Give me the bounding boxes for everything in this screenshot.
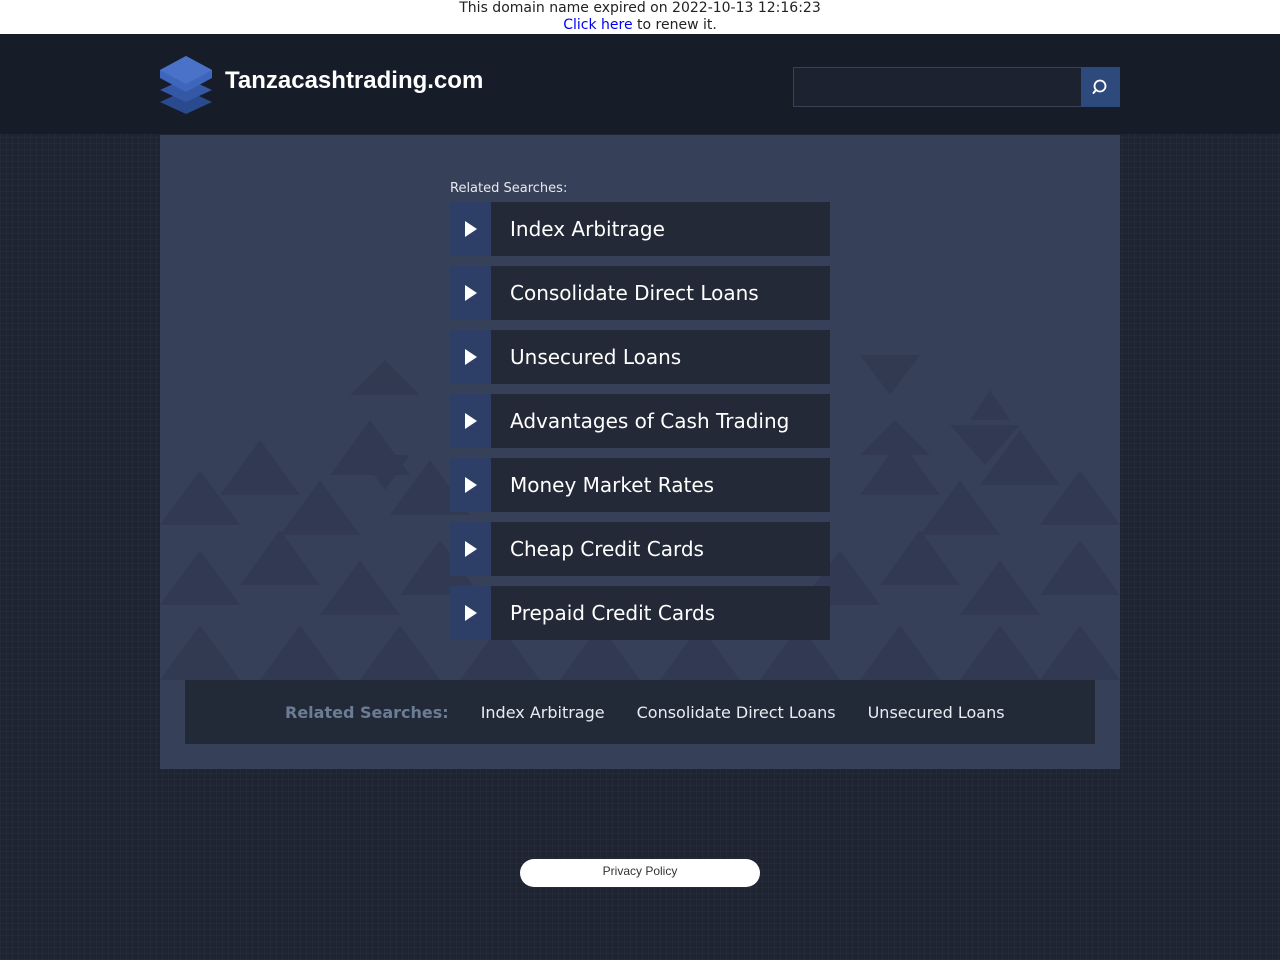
renew-suffix: to renew it. [632,17,717,33]
search-button[interactable] [1081,67,1120,107]
play-arrow-icon [450,330,491,384]
main-panel: Related Searches: Index Arbitrage Consol… [160,135,1120,769]
search-icon [1092,79,1106,94]
bottom-link-index-arbitrage[interactable]: Index Arbitrage [481,703,605,722]
related-link-label: Consolidate Direct Loans [510,281,759,305]
play-arrow-icon [450,522,491,576]
renew-line: Click here to renew it. [0,17,1280,34]
domain-expiry-notice: This domain name expired on 2022-10-13 1… [0,0,1280,34]
related-link-prepaid-credit-cards[interactable]: Prepaid Credit Cards [450,586,830,640]
bottom-related-label: Related Searches: [285,702,449,722]
related-link-label: Money Market Rates [510,473,715,497]
search-input[interactable] [793,67,1082,107]
related-link-money-market-rates[interactable]: Money Market Rates [450,458,830,512]
play-arrow-icon [450,202,491,256]
related-link-label: Prepaid Credit Cards [510,601,716,625]
site-header: Tanzacashtrading.com [0,34,1280,134]
expiry-message: This domain name expired on 2022-10-13 1… [459,0,821,16]
site-title[interactable]: Tanzacashtrading.com [225,67,483,95]
renew-link[interactable]: Click here [563,17,632,33]
related-link-label: Cheap Credit Cards [510,537,704,561]
play-arrow-icon [450,458,491,512]
play-arrow-icon [450,586,491,640]
related-link-label: Index Arbitrage [510,217,665,241]
related-link-consolidate-direct-loans[interactable]: Consolidate Direct Loans [450,266,830,320]
bottom-link-consolidate-direct-loans[interactable]: Consolidate Direct Loans [637,703,836,722]
play-arrow-icon [450,394,491,448]
bottom-link-unsecured-loans[interactable]: Unsecured Loans [868,703,1005,722]
privacy-policy-link[interactable]: Privacy Policy [520,859,760,887]
related-links-list: Index Arbitrage Consolidate Direct Loans… [450,202,830,650]
related-link-index-arbitrage[interactable]: Index Arbitrage [450,202,830,256]
related-searches-label: Related Searches: [450,181,568,196]
play-arrow-icon [450,266,491,320]
related-link-advantages-of-cash-trading[interactable]: Advantages of Cash Trading [450,394,830,448]
bottom-related-bar: Related Searches: Index Arbitrage Consol… [185,680,1095,744]
related-link-cheap-credit-cards[interactable]: Cheap Credit Cards [450,522,830,576]
related-link-unsecured-loans[interactable]: Unsecured Loans [450,330,830,384]
stacked-layers-icon [160,56,212,114]
related-link-label: Unsecured Loans [510,345,682,369]
related-link-label: Advantages of Cash Trading [510,409,790,433]
